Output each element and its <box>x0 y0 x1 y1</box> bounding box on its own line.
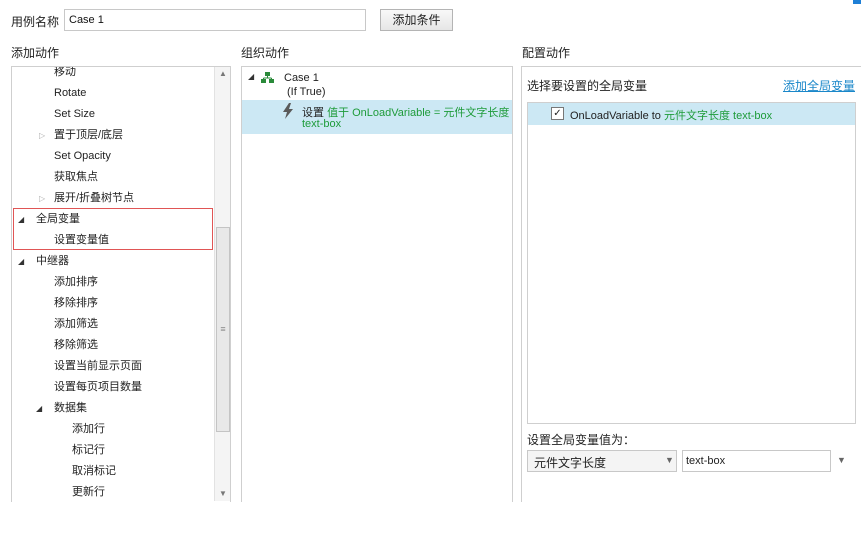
select-variable-title: 选择要设置的全局变量 <box>527 79 648 93</box>
variable-value: 元件文字长度 text-box <box>663 110 773 122</box>
tree-item-move[interactable]: 移动 <box>54 67 76 83</box>
case-name[interactable]: Case 1 <box>284 72 319 84</box>
tree-item-add-filter[interactable]: 添加筛选 <box>54 314 98 335</box>
highlight-frame <box>13 208 213 250</box>
scroll-up-icon[interactable]: ▲ <box>215 69 231 81</box>
tree-item-set-current-page[interactable]: 设置当前显示页面 <box>54 356 142 377</box>
case-name-input[interactable] <box>64 9 366 31</box>
tree-item-mark-row[interactable]: 标记行 <box>72 440 105 461</box>
add-global-variable-link[interactable]: 添加全局变量 <box>783 77 855 94</box>
value-type-select[interactable]: 元件文字长度 <box>527 450 677 472</box>
case-name-label: 用例名称 <box>11 15 60 29</box>
left-scrollbar[interactable]: ▲ ≡ ▼ <box>214 67 230 501</box>
tree-item-update-row[interactable]: 更新行 <box>72 482 105 502</box>
variable-checkbox[interactable]: ✓ <box>551 107 564 120</box>
tree-item-set-size[interactable]: Set Size <box>54 104 95 125</box>
scroll-down-icon[interactable]: ▼ <box>215 489 231 501</box>
collapse-arrow-icon[interactable]: ◢ <box>248 72 254 81</box>
tree-item-focus[interactable]: 获取焦点 <box>54 167 98 188</box>
tree-item-rotate[interactable]: Rotate <box>54 83 86 104</box>
tree-group-dataset[interactable]: 数据集 <box>54 398 87 419</box>
add-condition-button[interactable]: 添加条件 <box>380 9 453 31</box>
grip-icon: ≡ <box>220 324 226 334</box>
variable-list <box>527 102 856 424</box>
case-condition: (If True) <box>287 86 326 98</box>
action-detail: 值于 OnLoadVariable = 元件文字长度 <box>327 107 510 119</box>
configure-action-title: 配置动作 <box>522 46 571 60</box>
chevron-down-icon[interactable]: ▼ <box>837 455 846 465</box>
chevron-down-icon[interactable]: ▼ <box>665 455 674 465</box>
lightning-icon <box>283 103 293 119</box>
add-action-title: 添加动作 <box>11 46 60 60</box>
set-value-label: 设置全局变量值为： <box>527 433 636 447</box>
variable-entry: OnLoadVariable to 元件文字长度 text-box <box>570 107 772 123</box>
tree-item-set-opacity[interactable]: Set Opacity <box>54 146 111 167</box>
expand-arrow-icon[interactable]: ▷ <box>39 125 45 146</box>
add-action-panel: 移动 Rotate Set Size ▷ 置于顶层/底层 Set Opacity… <box>11 66 231 502</box>
organize-action-title: 组织动作 <box>241 46 290 60</box>
tree-item-bring-front[interactable]: 置于顶层/底层 <box>54 125 123 146</box>
tree-item-expand-collapse[interactable]: 展开/折叠树节点 <box>54 188 134 209</box>
collapse-arrow-icon[interactable]: ◢ <box>18 251 24 272</box>
action-target: text-box <box>302 118 342 130</box>
tree-item-remove-filter[interactable]: 移除筛选 <box>54 335 98 356</box>
tree-item-add-row[interactable]: 添加行 <box>72 419 105 440</box>
scroll-thumb[interactable]: ≡ <box>216 227 230 432</box>
tree-item-unmark-row[interactable]: 取消标记 <box>72 461 116 482</box>
target-widget-field[interactable]: text-box <box>682 450 831 472</box>
tree-group-repeater[interactable]: 中继器 <box>36 251 69 272</box>
tree-item-add-sort[interactable]: 添加排序 <box>54 272 98 293</box>
expand-arrow-icon[interactable]: ▷ <box>39 188 45 209</box>
corner-indicator <box>853 0 861 4</box>
tree-item-remove-sort[interactable]: 移除排序 <box>54 293 98 314</box>
collapse-arrow-icon[interactable]: ◢ <box>36 398 42 419</box>
variable-name: OnLoadVariable to <box>570 110 661 122</box>
tree-item-set-items-per-page[interactable]: 设置每页项目数量 <box>54 377 142 398</box>
case-tree-icon <box>261 72 274 83</box>
